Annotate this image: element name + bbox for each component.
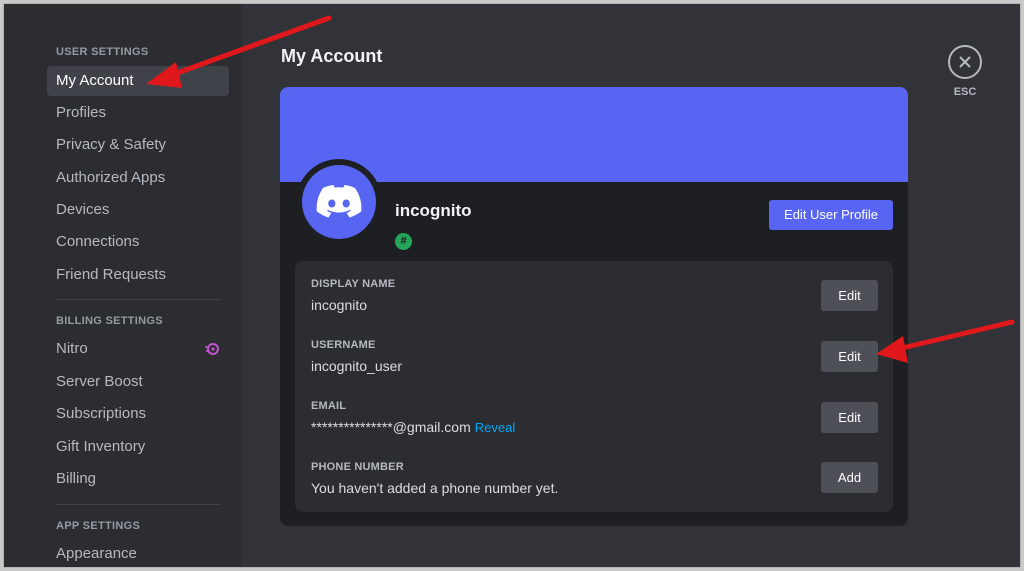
sidebar-item-gift-inventory[interactable]: Gift Inventory xyxy=(47,432,229,462)
edit-username-button[interactable]: Edit xyxy=(821,341,878,372)
phone-number-label: PHONE NUMBER xyxy=(311,461,404,473)
settings-window: USER SETTINGS My Account Profiles Privac… xyxy=(3,3,1021,568)
reveal-email-link[interactable]: Reveal xyxy=(475,420,515,435)
hash-badge-icon[interactable]: # xyxy=(395,233,412,250)
edit-email-button[interactable]: Edit xyxy=(821,402,878,433)
discord-logo-icon xyxy=(316,185,362,218)
username-value: incognito_user xyxy=(311,358,403,374)
sidebar-item-friend-requests[interactable]: Friend Requests xyxy=(47,260,229,290)
page-title: My Account xyxy=(281,46,383,66)
nitro-icon xyxy=(205,343,219,355)
close-button[interactable] xyxy=(948,45,982,79)
sidebar-item-authorized-apps[interactable]: Authorized Apps xyxy=(47,163,229,193)
edit-user-profile-button[interactable]: Edit User Profile xyxy=(769,200,893,230)
close-settings[interactable]: ESC xyxy=(947,45,983,98)
account-card: incognito # Edit User Profile DISPLAY NA… xyxy=(280,87,908,526)
sidebar-divider xyxy=(56,504,220,505)
profile-banner xyxy=(280,87,908,182)
avatar[interactable] xyxy=(296,159,382,245)
add-phone-button[interactable]: Add xyxy=(821,462,878,493)
sidebar-item-billing[interactable]: Billing xyxy=(47,464,229,494)
sidebar-item-label: Nitro xyxy=(56,340,88,357)
sidebar-item-nitro[interactable]: Nitro xyxy=(47,334,229,364)
billing-settings-header: BILLING SETTINGS xyxy=(56,315,163,327)
display-name-label: DISPLAY NAME xyxy=(311,278,396,290)
settings-sidebar: USER SETTINGS My Account Profiles Privac… xyxy=(4,4,242,567)
app-settings-header: APP SETTINGS xyxy=(56,520,141,532)
sidebar-item-appearance[interactable]: Appearance xyxy=(47,539,229,567)
esc-label: ESC xyxy=(953,86,977,98)
phone-number-value: You haven't added a phone number yet. xyxy=(311,480,559,496)
sidebar-item-subscriptions[interactable]: Subscriptions xyxy=(47,399,229,429)
sidebar-divider xyxy=(56,299,220,300)
sidebar-item-my-account[interactable]: My Account xyxy=(47,66,229,96)
account-info-panel: DISPLAY NAME incognito Edit USERNAME inc… xyxy=(295,261,893,512)
sidebar-item-privacy-safety[interactable]: Privacy & Safety xyxy=(47,130,229,160)
sidebar-item-connections[interactable]: Connections xyxy=(47,227,229,257)
sidebar-item-server-boost[interactable]: Server Boost xyxy=(47,367,229,397)
username-label: USERNAME xyxy=(311,339,376,351)
user-settings-header: USER SETTINGS xyxy=(56,46,149,58)
profile-username: incognito xyxy=(395,201,472,220)
edit-display-name-button[interactable]: Edit xyxy=(821,280,878,311)
sidebar-item-devices[interactable]: Devices xyxy=(47,195,229,225)
settings-content: My Account incognito # Edit User Profile… xyxy=(242,4,1020,567)
sidebar-item-profiles[interactable]: Profiles xyxy=(47,98,229,128)
email-label: EMAIL xyxy=(311,400,347,412)
display-name-value: incognito xyxy=(311,297,368,313)
close-icon xyxy=(959,56,971,68)
email-value: ***************@gmail.com Reveal xyxy=(311,419,515,435)
email-masked: ***************@gmail.com xyxy=(311,419,471,435)
